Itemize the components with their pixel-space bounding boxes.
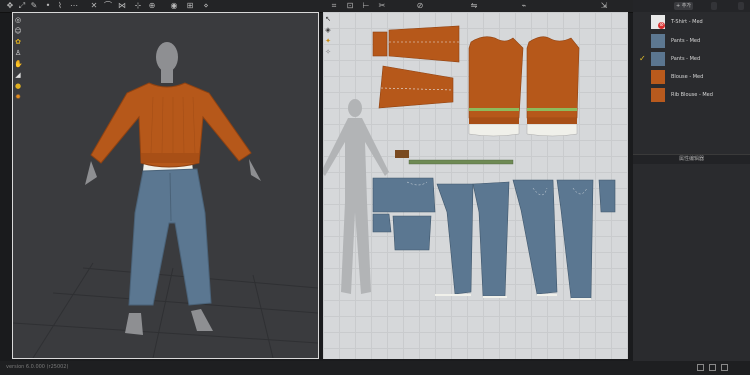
edit-icon[interactable]: ✎ bbox=[30, 2, 38, 10]
select-icon[interactable]: ⋄ bbox=[202, 2, 210, 10]
render-icon[interactable]: ⊞ bbox=[186, 2, 194, 10]
zipper-icon[interactable]: ⌁ bbox=[520, 2, 528, 10]
fabric-item[interactable]: ✓ Pants - Med bbox=[639, 51, 750, 68]
panel-header: + 추가 bbox=[633, 0, 750, 12]
check-icon: ✓ bbox=[639, 54, 646, 63]
simulate-icon[interactable]: ⊕ bbox=[148, 2, 156, 10]
pin-icon[interactable]: ✕ bbox=[90, 2, 98, 10]
fabric-item[interactable]: Pants - Med bbox=[649, 33, 750, 50]
move-icon[interactable]: ✥ bbox=[6, 2, 14, 10]
object-browser-panel: + 추가 ⊘ T-Shirt - Med Pants - Med ✓ Pants… bbox=[633, 0, 750, 375]
pattern-layout bbox=[323, 25, 616, 300]
fabric-swatch bbox=[651, 88, 665, 102]
grid-icon[interactable]: ◉ bbox=[170, 2, 178, 10]
fabric-name: Rib Blouse - Med bbox=[671, 92, 713, 98]
transform-icon[interactable]: ⤢ bbox=[18, 2, 26, 10]
fabric-item[interactable]: Blouse - Med bbox=[649, 69, 750, 86]
tuck-icon[interactable]: ⌒ bbox=[104, 2, 112, 10]
property-editor-header: 属性编辑器 bbox=[633, 154, 750, 164]
avatar-scene bbox=[13, 42, 318, 358]
segment-icon[interactable]: ⊡ bbox=[346, 2, 354, 10]
fabric-name: Pants - Med bbox=[671, 56, 701, 62]
fullscreen-icon[interactable] bbox=[721, 364, 728, 371]
sleeve-patterns bbox=[372, 25, 460, 109]
warning-icon: ⊘ bbox=[658, 22, 665, 29]
status-bar: version 6.0.000 (r25002) bbox=[0, 361, 750, 375]
property-editor-label: 属性编辑器 bbox=[678, 156, 704, 162]
sewing-icon[interactable]: ✂ bbox=[378, 2, 386, 10]
sew-icon[interactable]: ⌇ bbox=[56, 2, 64, 10]
layout-icon[interactable] bbox=[697, 364, 704, 371]
fabric-swatch bbox=[651, 52, 665, 66]
window-icon[interactable] bbox=[709, 364, 716, 371]
fabric-name: T-Shirt - Med bbox=[671, 19, 703, 25]
avatar-icon[interactable]: ⊹ bbox=[134, 2, 142, 10]
fabric-name: Blouse - Med bbox=[671, 74, 704, 80]
body-patterns bbox=[468, 36, 580, 137]
texture-icon[interactable]: ⇲ bbox=[600, 2, 608, 10]
pants-patterns bbox=[372, 177, 616, 299]
version-text: version 6.0.000 (r25002) bbox=[6, 364, 69, 370]
stitch-icon[interactable]: ⋯ bbox=[70, 2, 78, 10]
fabric-name: Pants - Med bbox=[671, 38, 701, 44]
fabric-item[interactable]: ⊘ T-Shirt - Med bbox=[649, 14, 750, 31]
panel-button-b[interactable] bbox=[738, 2, 744, 10]
trace-icon[interactable]: ⊢ bbox=[362, 2, 370, 10]
fold-icon[interactable]: ⋈ bbox=[118, 2, 126, 10]
panel-button-a[interactable] bbox=[711, 2, 717, 10]
pattern-icon[interactable]: ⌗ bbox=[330, 2, 338, 10]
point-icon[interactable]: • bbox=[44, 2, 52, 10]
fabric-swatch bbox=[651, 34, 665, 48]
fabric-swatch bbox=[651, 70, 665, 84]
fold-line-icon[interactable]: ⊘ bbox=[416, 2, 424, 10]
button-icon[interactable]: ⇋ bbox=[470, 2, 478, 10]
2d-pattern-view[interactable]: ↖ ◈ ✦ ✧ bbox=[323, 12, 628, 359]
rib-patterns bbox=[395, 150, 514, 165]
fabric-item[interactable]: Rib Blouse - Med bbox=[649, 87, 750, 104]
3d-viewport[interactable]: ◎ ☺ ✿ ♙ ✋ ◢ ● ✹ bbox=[12, 12, 319, 359]
add-fabric-button[interactable]: + 추가 bbox=[674, 2, 693, 10]
